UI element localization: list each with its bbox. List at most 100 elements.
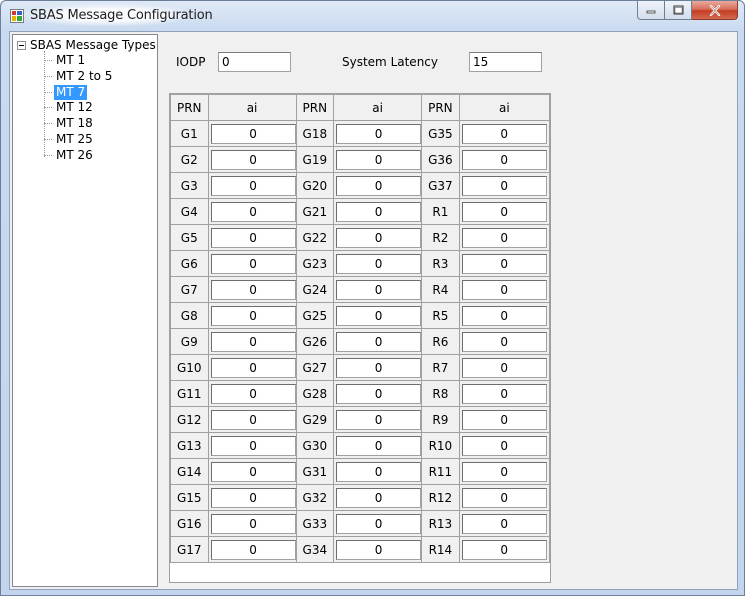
ai-value-input[interactable]: 0 — [461, 409, 547, 430]
ai-value-input[interactable]: 0 — [461, 357, 547, 378]
ai-value-input[interactable]: 0 — [210, 175, 296, 196]
ai-value-input[interactable]: 0 — [461, 461, 547, 482]
ai-value-input[interactable]: 0 — [210, 513, 296, 534]
prn-cell: G33 — [295, 510, 335, 537]
ai-value-input[interactable]: 0 — [210, 539, 296, 560]
ai-value-input[interactable]: 0 — [210, 435, 296, 456]
prn-cell: G6 — [170, 250, 209, 277]
ai-value-input[interactable]: 0 — [461, 253, 547, 274]
ai-value-input[interactable]: 0 — [210, 227, 296, 248]
prn-cell: R9 — [421, 406, 460, 433]
ai-value-input[interactable]: 0 — [336, 357, 422, 378]
ai-value-input[interactable]: 0 — [336, 383, 422, 404]
tree-branch — [44, 106, 52, 108]
window-title: SBAS Message Configuration — [30, 8, 213, 23]
minimize-button[interactable] — [637, 1, 665, 20]
ai-value-input[interactable]: 0 — [336, 279, 422, 300]
ai-cell: 0 — [458, 250, 550, 277]
ai-value-input[interactable]: 0 — [461, 435, 547, 456]
prn-cell: G17 — [170, 536, 209, 563]
ai-value-input[interactable]: 0 — [461, 201, 547, 222]
prn-cell: G14 — [170, 458, 209, 485]
ai-value-input[interactable]: 0 — [461, 539, 547, 560]
ai-value-input[interactable]: 0 — [210, 253, 296, 274]
maximize-icon — [673, 5, 683, 15]
tree-item-mt26[interactable]: MT 26 — [44, 147, 95, 163]
tree-item-mt18[interactable]: MT 18 — [44, 115, 95, 131]
prn-cell: G26 — [295, 328, 335, 355]
ai-value-input[interactable]: 0 — [210, 383, 296, 404]
ai-cell: 0 — [458, 380, 550, 407]
ai-value-input[interactable]: 0 — [461, 123, 547, 144]
tree-root[interactable]: SBAS Message Types — [17, 37, 156, 53]
tree-item-mt1[interactable]: MT 1 — [44, 52, 87, 68]
ai-value-input[interactable]: 0 — [210, 305, 296, 326]
tree-item-mt25[interactable]: MT 25 — [44, 131, 95, 147]
tree-item-mt7[interactable]: MT 7 — [44, 84, 88, 100]
iodp-input[interactable] — [218, 52, 291, 72]
ai-value-input[interactable]: 0 — [336, 305, 422, 326]
tree-branch — [44, 91, 52, 93]
collapse-icon[interactable] — [17, 40, 26, 50]
prn-cell: G35 — [421, 120, 460, 147]
ai-value-input[interactable]: 0 — [210, 201, 296, 222]
ai-value-input[interactable]: 0 — [336, 227, 422, 248]
prn-cell: G13 — [170, 432, 209, 459]
ai-value-input[interactable]: 0 — [210, 487, 296, 508]
app-icon[interactable] — [10, 9, 24, 23]
ai-value-input[interactable]: 0 — [336, 201, 422, 222]
prn-cell: G2 — [170, 146, 209, 173]
ai-value-input[interactable]: 0 — [210, 409, 296, 430]
ai-value-input[interactable]: 0 — [336, 435, 422, 456]
ai-value-input[interactable]: 0 — [210, 279, 296, 300]
table-row: G9 0 G26 0 R6 0 — [170, 328, 550, 355]
table-row: G12 0 G29 0 R9 0 — [170, 406, 550, 433]
prn-cell: G5 — [170, 224, 209, 251]
ai-value-input[interactable]: 0 — [336, 175, 422, 196]
close-button[interactable] — [692, 1, 738, 20]
tree-branch — [44, 75, 52, 77]
prn-cell: R13 — [421, 510, 460, 537]
ai-value-input[interactable]: 0 — [461, 227, 547, 248]
tree-item-label: MT 26 — [56, 147, 93, 162]
prn-cell: G7 — [170, 276, 209, 303]
ai-value-input[interactable]: 0 — [336, 253, 422, 274]
ai-value-input[interactable]: 0 — [210, 149, 296, 170]
ai-value-input[interactable]: 0 — [461, 279, 547, 300]
table-row: G10 0 G27 0 R7 0 — [170, 354, 550, 381]
ai-value-input[interactable]: 0 — [461, 513, 547, 534]
ai-value-input[interactable]: 0 — [461, 331, 547, 352]
ai-value-input[interactable]: 0 — [461, 487, 547, 508]
ai-value-input[interactable]: 0 — [461, 175, 547, 196]
ai-cell: 0 — [207, 276, 297, 303]
ai-value-input[interactable]: 0 — [336, 487, 422, 508]
tree-item-mt2to5[interactable]: MT 2 to 5 — [44, 68, 114, 84]
ai-cell: 0 — [207, 484, 297, 511]
table-row: G1 0 G18 0 G35 0 — [170, 120, 550, 147]
ai-value-input[interactable]: 0 — [336, 149, 422, 170]
ai-value-input[interactable]: 0 — [336, 513, 422, 534]
ai-value-input[interactable]: 0 — [336, 409, 422, 430]
ai-value-input[interactable]: 0 — [210, 461, 296, 482]
ai-value-input[interactable]: 0 — [461, 149, 547, 170]
title-bar[interactable]: SBAS Message Configuration — [1, 1, 744, 31]
ai-value-input[interactable]: 0 — [336, 123, 422, 144]
ai-value-input[interactable]: 0 — [461, 383, 547, 404]
ai-cell: 0 — [207, 432, 297, 459]
ai-value-input[interactable]: 0 — [336, 461, 422, 482]
message-type-tree[interactable]: SBAS Message Types MT 1 MT 2 to 5 MT 7 M… — [12, 34, 158, 587]
system-latency-input[interactable] — [469, 52, 542, 72]
tree-branch — [44, 59, 52, 61]
tree-item-mt12[interactable]: MT 12 — [44, 99, 95, 115]
ai-value-input[interactable]: 0 — [461, 305, 547, 326]
table-row: G13 0 G30 0 R10 0 — [170, 432, 550, 459]
ai-value-input[interactable]: 0 — [336, 331, 422, 352]
ai-cell: 0 — [333, 510, 423, 537]
ai-value-input[interactable]: 0 — [210, 357, 296, 378]
ai-value-input[interactable]: 0 — [210, 123, 296, 144]
ai-value-input[interactable]: 0 — [210, 331, 296, 352]
maximize-button[interactable] — [665, 1, 692, 20]
ai-value-input[interactable]: 0 — [336, 539, 422, 560]
prn-cell: G25 — [295, 302, 335, 329]
tree-branch — [44, 122, 52, 124]
